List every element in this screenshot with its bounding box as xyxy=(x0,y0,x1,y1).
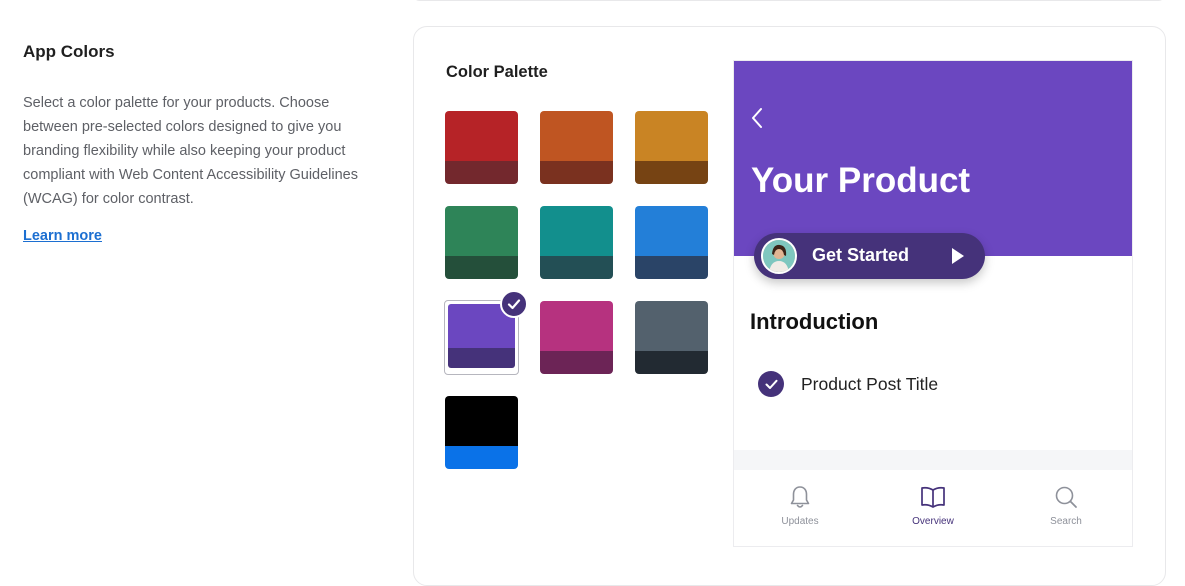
product-title: Your Product xyxy=(751,161,971,200)
introduction-heading: Introduction xyxy=(750,309,879,334)
swatch-primary xyxy=(445,396,518,446)
back-chevron-icon[interactable] xyxy=(750,107,764,134)
swatch-primary xyxy=(445,111,518,161)
tab-updates-label: Updates xyxy=(781,516,819,527)
swatch-pink[interactable] xyxy=(540,301,613,374)
swatch-secondary xyxy=(540,256,613,279)
swatch-secondary xyxy=(445,161,518,184)
get-started-label: Get Started xyxy=(812,245,910,265)
swatch-primary xyxy=(445,206,518,256)
tab-search-label: Search xyxy=(1050,516,1082,527)
tab-search[interactable]: Search xyxy=(1006,484,1126,527)
preview-header: Your Product xyxy=(734,61,1132,256)
swatch-secondary xyxy=(445,446,518,469)
swatch-primary xyxy=(540,301,613,351)
swatch-green[interactable] xyxy=(445,206,518,279)
bell-icon xyxy=(790,486,810,508)
post-complete-check-icon xyxy=(758,371,784,397)
swatch-primary xyxy=(635,206,708,256)
swatch-orange[interactable] xyxy=(540,111,613,184)
swatch-amber[interactable] xyxy=(635,111,708,184)
swatch-secondary xyxy=(635,256,708,279)
post-title[interactable]: Product Post Title xyxy=(801,374,938,395)
selected-check-icon xyxy=(500,290,528,318)
swatch-black[interactable] xyxy=(445,396,518,469)
tab-overview-label: Overview xyxy=(912,516,954,527)
section-title: App Colors xyxy=(23,42,115,61)
get-started-button[interactable]: Get Started xyxy=(754,233,985,279)
swatch-red[interactable] xyxy=(445,111,518,184)
previous-card-edge xyxy=(413,0,1165,1)
swatch-secondary xyxy=(540,351,613,374)
palette-title: Color Palette xyxy=(446,63,548,81)
section-description: Select a color palette for your products… xyxy=(23,95,359,207)
tab-updates[interactable]: Updates xyxy=(740,484,860,527)
swatch-primary xyxy=(635,111,708,161)
swatch-blue[interactable] xyxy=(635,206,708,279)
app-preview: Your Product Get Started Introduction Pr… xyxy=(733,60,1133,547)
search-icon xyxy=(1055,486,1077,508)
swatch-secondary xyxy=(445,256,518,279)
swatch-teal[interactable] xyxy=(540,206,613,279)
book-icon xyxy=(921,486,945,508)
swatch-secondary xyxy=(635,351,708,374)
content-divider xyxy=(734,450,1132,470)
swatch-primary xyxy=(635,301,708,351)
bottom-tab-bar: Updates Overview Search xyxy=(734,470,1132,546)
swatch-primary xyxy=(540,206,613,256)
swatch-secondary xyxy=(540,161,613,184)
tab-overview[interactable]: Overview xyxy=(873,484,993,527)
swatch-primary xyxy=(540,111,613,161)
play-icon xyxy=(951,247,965,270)
swatch-slate[interactable] xyxy=(635,301,708,374)
swatch-secondary xyxy=(448,348,515,368)
swatch-secondary xyxy=(635,161,708,184)
avatar xyxy=(761,238,797,274)
learn-more-link[interactable]: Learn more xyxy=(23,228,102,244)
